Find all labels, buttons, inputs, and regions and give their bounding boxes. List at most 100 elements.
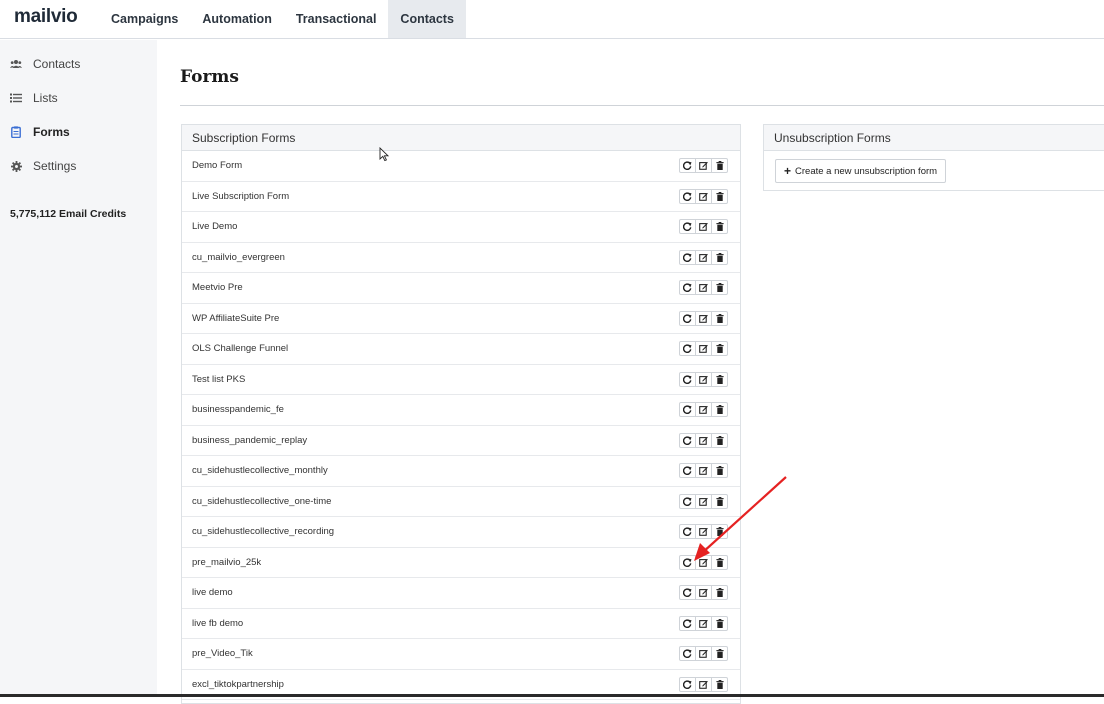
share-form-button[interactable] [679,310,696,326]
nav-transactional[interactable]: Transactional [284,0,389,38]
form-actions [679,188,728,204]
edit-form-button[interactable] [695,676,712,692]
top-navbar: mailvio Campaigns Automation Transaction… [0,0,1104,39]
form-name[interactable]: cu_sidehustlecollective_one-time [192,496,331,507]
form-name[interactable]: Live Subscription Form [192,191,289,202]
share-form-button[interactable] [679,615,696,631]
form-name[interactable]: cu_sidehustlecollective_recording [192,526,334,537]
form-name[interactable]: live fb demo [192,618,243,629]
share-form-button[interactable] [679,249,696,265]
share-form-button[interactable] [679,585,696,601]
trash-form-button[interactable] [711,646,728,662]
trash-form-button[interactable] [711,585,728,601]
share-icon [683,436,692,445]
edit-icon [699,283,708,293]
trash-form-button[interactable] [711,249,728,265]
share-form-button[interactable] [679,646,696,662]
edit-form-button[interactable] [695,615,712,631]
trash-icon [715,283,724,293]
trash-form-button[interactable] [711,432,728,448]
form-name[interactable]: live demo [192,587,233,598]
edit-icon [699,436,708,445]
edit-icon [699,680,708,689]
form-name[interactable]: WP AffiliateSuite Pre [192,313,279,324]
sidebar-item-contacts[interactable]: Contacts [0,49,157,79]
form-name[interactable]: Test list PKS [192,374,245,385]
clipboard-icon [10,126,22,138]
edit-form-button[interactable] [695,188,712,204]
form-actions [679,158,728,174]
form-row: businesspandemic_fe [182,395,740,426]
trash-icon [715,161,724,171]
app-logo[interactable]: mailvio [14,6,78,28]
edit-form-button[interactable] [695,280,712,296]
form-name[interactable]: businesspandemic_fe [192,404,284,415]
edit-icon [699,161,708,171]
edit-icon [699,253,708,262]
form-name[interactable]: cu_mailvio_evergreen [192,252,285,263]
share-icon [683,314,692,323]
share-form-button[interactable] [679,676,696,692]
edit-form-button[interactable] [695,432,712,448]
unsubscription-forms-panel: Unsubscription Forms + Create a new unsu… [763,124,1104,191]
form-name[interactable]: cu_sidehustlecollective_monthly [192,465,328,476]
edit-form-button[interactable] [695,646,712,662]
trash-form-button[interactable] [711,280,728,296]
form-name[interactable]: OLS Challenge Funnel [192,343,288,354]
trash-form-button[interactable] [711,341,728,357]
edit-form-button[interactable] [695,402,712,418]
edit-form-button[interactable] [695,585,712,601]
form-row: pre_mailvio_25k [182,548,740,578]
share-form-button[interactable] [679,371,696,387]
create-unsubscription-form-button[interactable]: + Create a new unsubscription form [775,159,947,183]
edit-icon [699,588,708,598]
edit-form-button[interactable] [695,371,712,387]
share-form-button[interactable] [679,402,696,418]
sidebar-item-lists[interactable]: Lists [0,83,157,113]
trash-form-button[interactable] [711,219,728,235]
trash-form-button[interactable] [711,402,728,418]
share-form-button[interactable] [679,188,696,204]
trash-form-button[interactable] [711,676,728,692]
edit-icon [699,649,708,659]
trash-icon [715,618,724,628]
form-row: pre_Video_Tik [182,639,740,670]
share-form-button[interactable] [679,341,696,357]
form-name[interactable]: Live Demo [192,221,237,232]
edit-form-button[interactable] [695,219,712,235]
divider [180,105,1104,106]
form-row: live demo [182,578,740,609]
share-form-button[interactable] [679,219,696,235]
nav-contacts[interactable]: Contacts [388,0,466,38]
form-name[interactable]: excl_tiktokpartnership [192,679,284,690]
trash-form-button[interactable] [711,188,728,204]
plus-icon: + [784,164,792,178]
edit-form-button[interactable] [695,310,712,326]
form-name[interactable]: business_pandemic_replay [192,435,307,446]
trash-form-button[interactable] [711,310,728,326]
nav-campaigns[interactable]: Campaigns [99,0,190,38]
form-actions [679,585,728,601]
edit-form-button[interactable] [695,341,712,357]
share-form-button[interactable] [679,280,696,296]
form-name[interactable]: Meetvio Pre [192,282,243,293]
trash-form-button[interactable] [711,371,728,387]
nav-automation[interactable]: Automation [190,0,283,38]
form-name[interactable]: pre_Video_Tik [192,648,253,659]
annotation-arrow-icon [694,476,787,561]
share-form-button[interactable] [679,432,696,448]
form-actions [679,341,728,357]
sidebar-item-settings[interactable]: Settings [0,151,157,181]
gear-icon [10,160,22,172]
sidebar-item-forms[interactable]: Forms [0,117,157,147]
edit-form-button[interactable] [695,249,712,265]
edit-form-button[interactable] [695,158,712,174]
trash-form-button[interactable] [711,158,728,174]
form-actions [679,615,728,631]
share-form-button[interactable] [679,158,696,174]
trash-form-button[interactable] [711,615,728,631]
trash-icon [715,222,724,232]
form-name[interactable]: pre_mailvio_25k [192,557,261,568]
sidebar: Contacts Lists Forms Settings 5,775,112 … [0,40,157,697]
form-name[interactable]: Demo Form [192,160,242,171]
